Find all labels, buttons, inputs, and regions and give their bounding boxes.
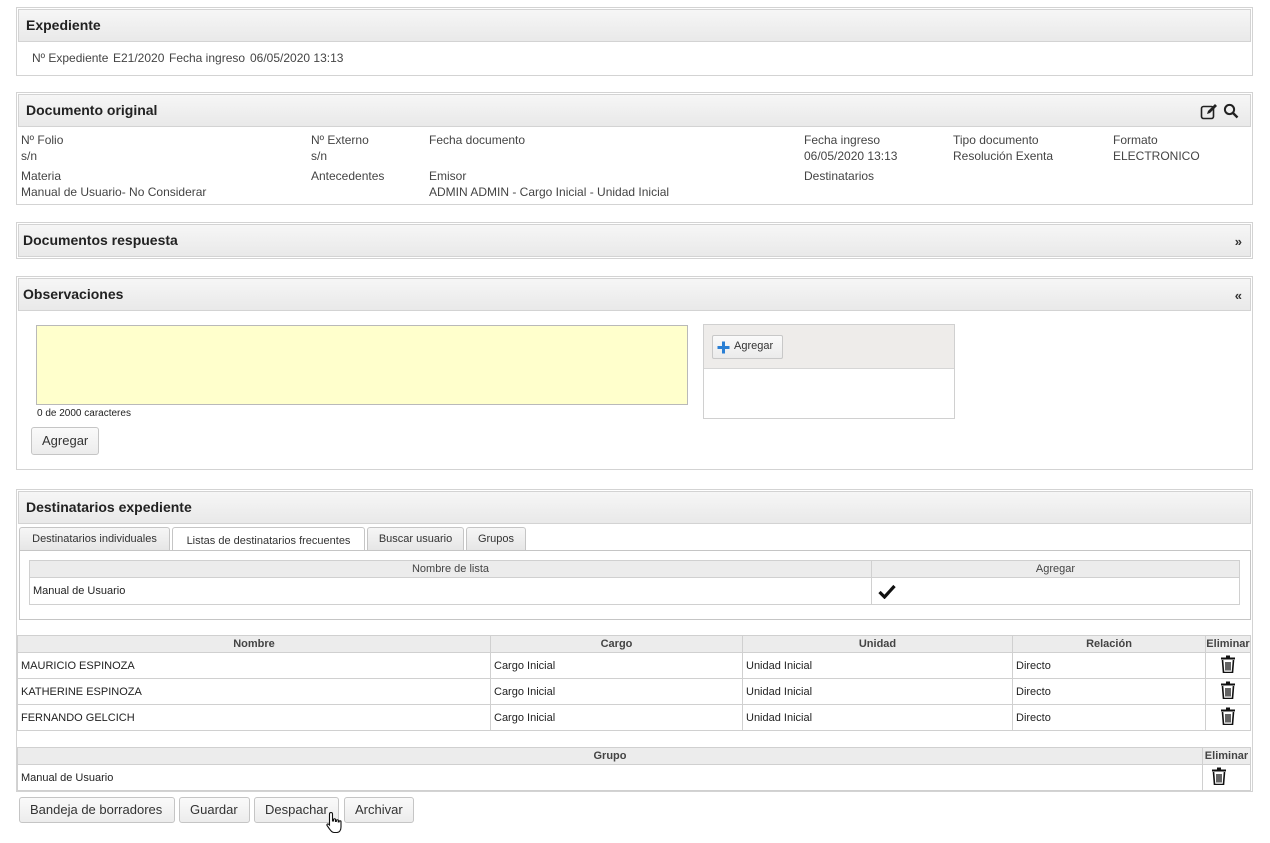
table-row: MAURICIO ESPINOZA Cargo Inicial Unidad I… [17, 652, 1251, 679]
table-row: FERNANDO GELCICH Cargo Inicial Unidad In… [17, 704, 1251, 731]
row-unidad: Unidad Inicial [742, 652, 1013, 679]
fecha-documento-label: Fecha documento [429, 133, 526, 147]
char-counter: 0 de 2000 caracteres [37, 408, 131, 419]
expediente-fecha-value: 06/05/2020 13:13 [250, 51, 344, 65]
formato-value: ELECTRONICO [1113, 149, 1200, 163]
plus-icon [717, 341, 730, 357]
row-nombre: MAURICIO ESPINOZA [17, 652, 491, 679]
row-cargo: Cargo Inicial [490, 678, 743, 705]
antecedentes-label: Antecedentes [311, 169, 385, 183]
grupos-table: Grupo Eliminar Manual de Usuario [17, 747, 1251, 791]
search-icon[interactable] [1223, 103, 1239, 119]
trash-icon[interactable] [1220, 681, 1236, 700]
expand-toggle[interactable]: » [1235, 234, 1242, 249]
col-grupo-header: Grupo [17, 747, 1203, 765]
row-nombre: FERNANDO GELCICH [17, 704, 491, 731]
guardar-button[interactable]: Guardar [179, 797, 250, 823]
respuesta-title: Documentos respuesta [23, 232, 178, 248]
archivar-button[interactable]: Archivar [344, 797, 414, 823]
row-nombre: KATHERINE ESPINOZA [17, 678, 491, 705]
tab-destinatarios-individuales[interactable]: Destinatarios individuales [19, 527, 170, 550]
observaciones-side-box: Agregar [703, 324, 955, 419]
destinatarios-header: Destinatarios expediente [18, 491, 1251, 524]
bandeja-borradores-button[interactable]: Bandeja de borradores [19, 797, 175, 823]
col-eliminar-header: Eliminar [1205, 635, 1251, 653]
documento-header: Documento original [18, 94, 1251, 127]
lista-nombre: Manual de Usuario [29, 577, 872, 605]
formato-label: Formato [1113, 133, 1158, 147]
tipo-documento-label: Tipo documento [953, 133, 1039, 147]
agregar-observacion-button[interactable]: Agregar [31, 427, 100, 455]
hand-cursor-icon [325, 811, 345, 838]
row-unidad: Unidad Inicial [742, 704, 1013, 731]
row-relacion: Directo [1012, 704, 1206, 731]
expediente-title: Expediente [26, 17, 101, 33]
externo-label: Nº Externo [311, 133, 369, 147]
collapse-toggle[interactable]: « [1235, 288, 1242, 303]
observaciones-header[interactable]: Observaciones « [18, 278, 1251, 311]
row-cargo: Cargo Inicial [490, 704, 743, 731]
tipo-documento-value: Resolución Exenta [953, 149, 1054, 163]
tab-buscar-usuario[interactable]: Buscar usuario [367, 527, 464, 550]
side-box-toolbar: Agregar [704, 325, 954, 369]
observaciones-title: Observaciones [23, 286, 124, 302]
trash-icon[interactable] [1220, 707, 1236, 726]
listas-table: Nombre de lista Agregar Manual de Usuari… [29, 560, 1240, 605]
documento-panel: Documento original Nº Folio s/n Nº Exter… [16, 92, 1253, 205]
expediente-fecha-label: Fecha ingreso [169, 51, 246, 65]
fecha-ingreso-label: Fecha ingreso [804, 133, 881, 147]
lista-nombre-header: Nombre de lista [29, 560, 872, 578]
destinatarios-title: Destinatarios expediente [26, 499, 192, 515]
materia-value: Manual de Usuario- No Considerar [21, 185, 207, 199]
col-cargo-header: Cargo [490, 635, 743, 653]
row-relacion: Directo [1012, 678, 1206, 705]
table-row: Manual de Usuario [29, 577, 1240, 605]
tab-grupos[interactable]: Grupos [466, 527, 526, 550]
tab-listas-frecuentes[interactable]: Listas de destinatarios frecuentes [172, 527, 365, 551]
side-agregar-button[interactable]: Agregar [712, 335, 783, 359]
folio-value: s/n [21, 149, 38, 163]
expediente-panel: Expediente Nº Expediente E21/2020 Fecha … [16, 7, 1253, 76]
col-nombre-header: Nombre [17, 635, 491, 653]
trash-icon[interactable] [1211, 767, 1227, 786]
col-grupo-eliminar-header: Eliminar [1202, 747, 1251, 765]
folio-label: Nº Folio [21, 133, 64, 147]
documento-title: Documento original [26, 102, 158, 118]
observaciones-textarea[interactable] [36, 325, 688, 405]
row-relacion: Directo [1012, 652, 1206, 679]
trash-icon[interactable] [1220, 655, 1236, 674]
destinatarios-table: Nombre Cargo Unidad Relación Eliminar MA… [17, 635, 1251, 731]
expediente-header: Expediente [18, 9, 1251, 42]
check-icon[interactable] [878, 584, 896, 602]
table-row: Manual de Usuario [17, 764, 1251, 791]
emisor-value: ADMIN ADMIN - Cargo Inicial - Unidad Ini… [429, 185, 670, 199]
grupo-nombre: Manual de Usuario [17, 764, 1203, 791]
lista-agregar-header: Agregar [871, 560, 1240, 578]
side-agregar-label: Agregar [734, 340, 774, 352]
respuesta-panel: Documentos respuesta » [16, 222, 1253, 259]
emisor-label: Emisor [429, 169, 467, 183]
expediente-numero-value: E21/2020 [113, 51, 165, 65]
materia-label: Materia [21, 169, 62, 183]
row-unidad: Unidad Inicial [742, 678, 1013, 705]
respuesta-header[interactable]: Documentos respuesta » [18, 224, 1251, 257]
expediente-numero-label: Nº Expediente [32, 51, 109, 65]
destinatarios-label: Destinatarios [804, 169, 875, 183]
table-row: KATHERINE ESPINOZA Cargo Inicial Unidad … [17, 678, 1251, 705]
col-unidad-header: Unidad [742, 635, 1013, 653]
row-cargo: Cargo Inicial [490, 652, 743, 679]
fecha-ingreso-value: 06/05/2020 13:13 [804, 149, 898, 163]
col-relacion-header: Relación [1012, 635, 1206, 653]
edit-icon[interactable] [1200, 103, 1218, 121]
externo-value: s/n [311, 149, 328, 163]
